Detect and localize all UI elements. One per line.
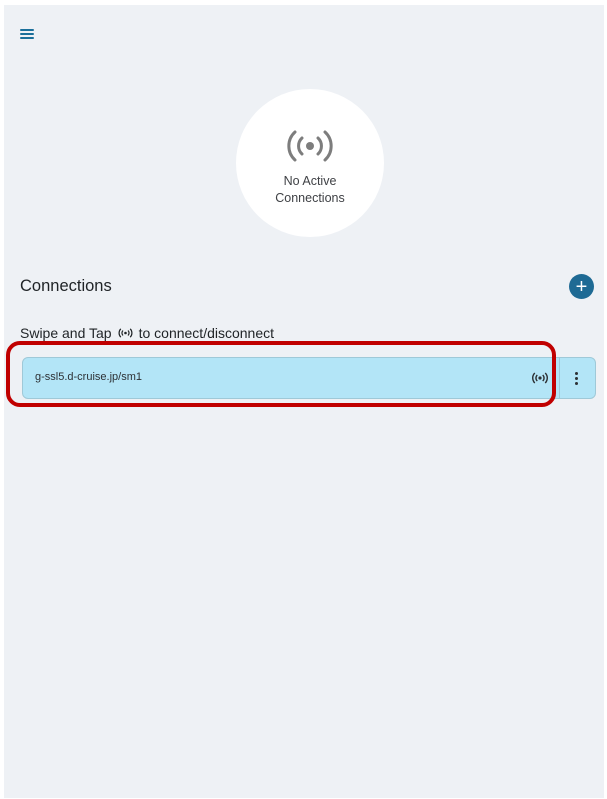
plus-icon: + [575,275,588,298]
row-divider [559,358,560,398]
broadcast-icon[interactable] [532,372,548,384]
connection-label: g-ssl5.d-cruise.jp/sm1 [35,371,142,383]
hamburger-menu-icon[interactable] [20,29,34,41]
status-text: No Active Connections [275,174,345,205]
hint-suffix: to connect/disconnect [138,325,275,341]
broadcast-icon [118,328,133,338]
more-vertical-icon[interactable] [569,368,583,388]
add-connection-button[interactable]: + [569,274,594,299]
connection-item[interactable]: g-ssl5.d-cruise.jp/sm1 [22,357,596,399]
connect-hint: Swipe and Tap to connect/disconnect [20,325,274,341]
broadcast-icon [287,130,333,162]
connection-status-panel: No Active Connections [236,89,384,237]
connections-title: Connections [20,277,112,295]
app-screen: No Active Connections Connections + Swip… [4,5,604,798]
hint-prefix: Swipe and Tap [20,325,112,341]
